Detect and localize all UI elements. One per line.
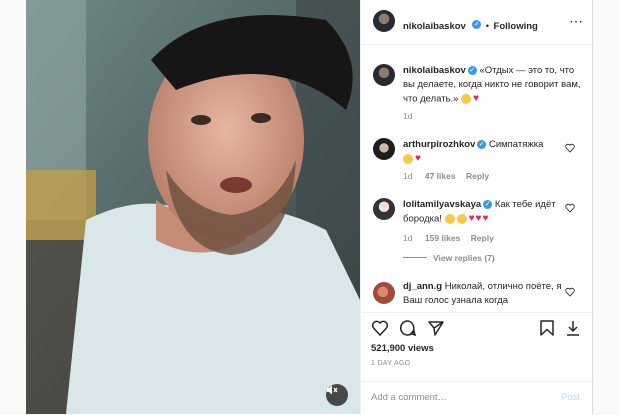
more-options-icon[interactable]: ⋯ bbox=[569, 13, 584, 30]
smiling-emoji-icon bbox=[444, 214, 455, 224]
replies-divider bbox=[403, 257, 427, 258]
sunglasses-emoji-icon bbox=[403, 154, 413, 164]
comment-like-heart-icon[interactable] bbox=[565, 203, 575, 213]
red-heart-emoji-icon: ♥ bbox=[415, 153, 421, 164]
comment-age: 1d bbox=[403, 233, 413, 243]
red-heart-emoji-icon: ♥ bbox=[475, 213, 482, 224]
share-paper-plane-icon[interactable] bbox=[427, 319, 445, 337]
author-line: nikolaibaskov ✓ • Following bbox=[403, 16, 538, 34]
verified-icon: ✓ bbox=[483, 199, 493, 209]
red-heart-emoji-icon: ♥ bbox=[482, 213, 489, 224]
smiling-emoji-icon bbox=[456, 214, 467, 224]
caption-age: 1d bbox=[403, 111, 413, 121]
post-header: nikolaibaskov ✓ • Following ⋯ bbox=[361, 0, 594, 45]
comment-avatar[interactable] bbox=[373, 282, 395, 304]
caption-avatar[interactable] bbox=[373, 64, 395, 86]
view-replies-button[interactable]: View replies (7) bbox=[433, 253, 495, 263]
comment-1: arthurpirozhkov ✓ Симпатяжка ♥ bbox=[403, 138, 568, 167]
comment-likes[interactable]: 159 likes bbox=[425, 233, 460, 243]
video-frame bbox=[26, 0, 360, 414]
comment-username[interactable]: dj_ann.g bbox=[403, 281, 442, 292]
speaker-muted-icon bbox=[327, 385, 338, 395]
mute-button[interactable] bbox=[326, 384, 348, 406]
red-heart-emoji-icon: ♥ bbox=[473, 93, 480, 104]
comment-username[interactable]: arthurpirozhkov bbox=[403, 139, 475, 150]
verified-icon: ✓ bbox=[467, 65, 477, 75]
comment-avatar[interactable] bbox=[373, 138, 395, 160]
comment-likes[interactable]: 47 likes bbox=[425, 171, 456, 181]
grinning-emoji-icon bbox=[461, 94, 472, 104]
comment-meta: 1d 159 likes Reply bbox=[403, 233, 494, 243]
download-icon[interactable] bbox=[565, 319, 581, 337]
comment-username[interactable]: lolitamilyavskaya bbox=[403, 199, 481, 210]
verified-icon: ✓ bbox=[472, 20, 482, 30]
comment-like-heart-icon[interactable] bbox=[565, 143, 575, 153]
author-avatar[interactable] bbox=[373, 10, 395, 32]
comment-bubble-icon[interactable] bbox=[399, 319, 417, 337]
comment-avatar[interactable] bbox=[373, 198, 395, 220]
like-heart-icon[interactable] bbox=[371, 319, 389, 337]
views-count[interactable]: 521,900 views bbox=[371, 343, 434, 354]
post-time: 1 DAY AGO bbox=[371, 360, 411, 367]
author-username[interactable]: nikolaibaskov bbox=[403, 21, 466, 32]
add-comment-bar: Add a comment… Post bbox=[361, 381, 594, 415]
post-video[interactable] bbox=[26, 0, 360, 414]
comment-2: lolitamilyavskaya ✓ Как тебе идёт бородка… bbox=[403, 198, 568, 227]
verified-icon: ✓ bbox=[477, 139, 487, 149]
caption-username[interactable]: nikolaibaskov bbox=[403, 65, 466, 76]
save-bookmark-icon[interactable] bbox=[539, 319, 555, 337]
post-comment-button[interactable]: Post bbox=[561, 391, 580, 405]
comment-text: Симпатяжка bbox=[488, 139, 544, 150]
caption: nikolaibaskov ✓ «Отдых — это то, что вы д… bbox=[403, 64, 583, 107]
comment-age: 1d bbox=[403, 171, 413, 181]
reply-button[interactable]: Reply bbox=[471, 233, 494, 243]
post-sidebar: nikolaibaskov ✓ • Following ⋯ nikolaibas… bbox=[360, 0, 594, 415]
comment-meta: 1d 47 likes Reply bbox=[403, 171, 489, 181]
comment-like-heart-icon[interactable] bbox=[565, 287, 575, 297]
instagram-post-modal: nikolaibaskov ✓ • Following ⋯ nikolaibas… bbox=[0, 0, 620, 414]
add-comment-input[interactable]: Add a comment… bbox=[371, 391, 447, 405]
following-button[interactable]: Following bbox=[494, 21, 538, 32]
action-bar bbox=[361, 312, 594, 343]
comment-3: dj_ann.g Николай, отлично поёте, я Ваш г… bbox=[403, 280, 568, 308]
red-heart-emoji-icon: ♥ bbox=[468, 213, 475, 224]
follow-separator: • bbox=[485, 21, 490, 32]
reply-button[interactable]: Reply bbox=[466, 171, 489, 181]
